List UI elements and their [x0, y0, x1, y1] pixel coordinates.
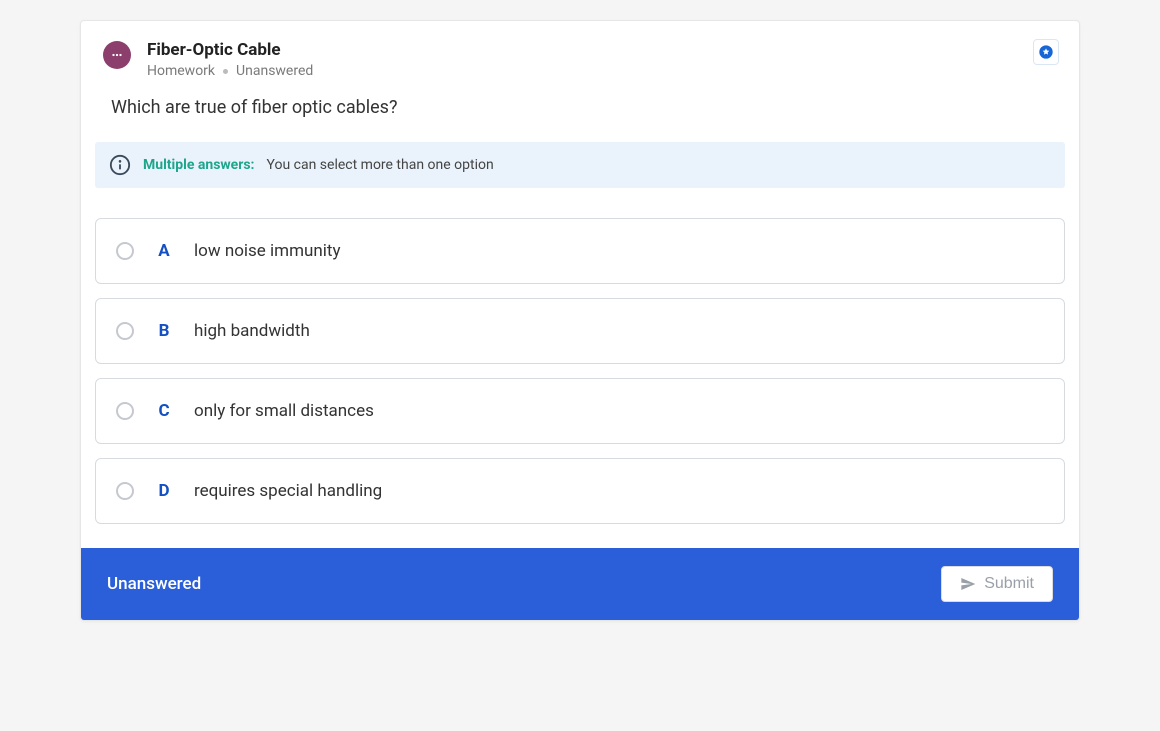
status-label: Unanswered [236, 63, 313, 79]
card-footer: Unanswered Submit [81, 548, 1079, 620]
option-letter: C [134, 401, 194, 421]
question-text: Which are true of fiber optic cables? [81, 89, 1079, 142]
star-icon [1038, 44, 1054, 60]
option-b[interactable]: B high bandwidth [95, 298, 1065, 364]
radio-icon [116, 482, 134, 500]
bookmark-button[interactable] [1033, 39, 1059, 65]
separator-dot [223, 69, 228, 74]
options-list: A low noise immunity B high bandwidth C … [81, 218, 1079, 548]
info-label: Multiple answers: [143, 157, 255, 173]
footer-status: Unanswered [107, 574, 201, 594]
option-a[interactable]: A low noise immunity [95, 218, 1065, 284]
option-c[interactable]: C only for small distances [95, 378, 1065, 444]
option-letter: B [134, 321, 194, 341]
info-bar: Multiple answers: You can select more th… [95, 142, 1065, 188]
question-subtitle: Homework Unanswered [147, 63, 1057, 79]
option-text: low noise immunity [194, 241, 341, 261]
option-letter: D [134, 481, 194, 501]
option-d[interactable]: D requires special handling [95, 458, 1065, 524]
radio-icon [116, 402, 134, 420]
send-icon [960, 576, 976, 592]
question-card: Fiber-Optic Cable Homework Unanswered Wh… [80, 20, 1080, 621]
option-text: high bandwidth [194, 321, 310, 341]
option-text: only for small distances [194, 401, 374, 421]
radio-icon [116, 242, 134, 260]
info-text: You can select more than one option [267, 157, 494, 173]
question-title: Fiber-Optic Cable [147, 39, 1057, 61]
option-text: requires special handling [194, 481, 382, 501]
info-icon [109, 154, 131, 176]
chat-icon [103, 41, 131, 69]
radio-icon [116, 322, 134, 340]
submit-button[interactable]: Submit [941, 566, 1053, 602]
category-label: Homework [147, 63, 215, 79]
option-letter: A [134, 241, 194, 261]
title-block: Fiber-Optic Cable Homework Unanswered [147, 39, 1057, 79]
card-header: Fiber-Optic Cable Homework Unanswered [81, 21, 1079, 89]
submit-label: Submit [984, 575, 1034, 593]
